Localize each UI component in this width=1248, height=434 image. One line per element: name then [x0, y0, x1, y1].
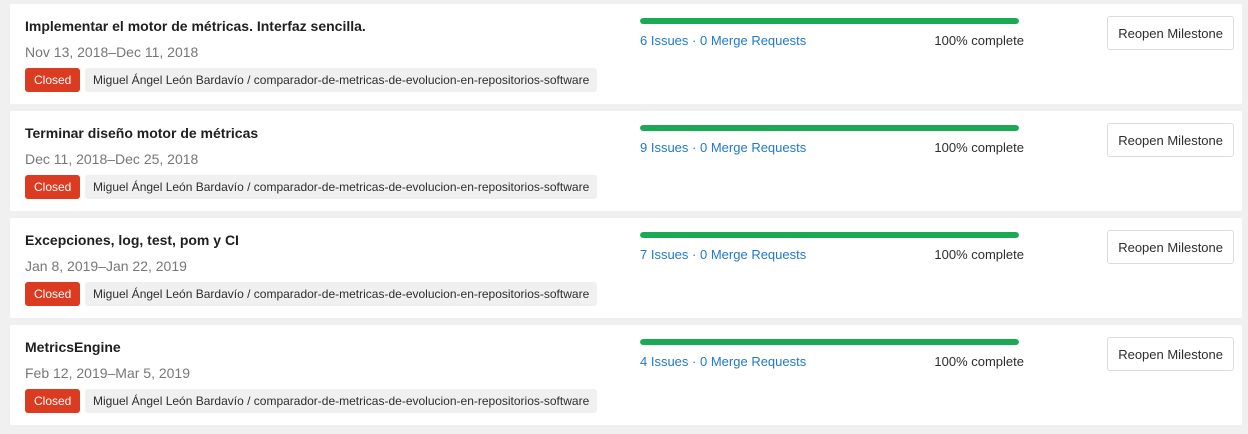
milestone-dates: Jan 8, 2019–Jan 22, 2019 [25, 258, 187, 274]
project-path-label: Miguel Ángel León Bardavío / comparador-… [85, 389, 598, 413]
merge-requests-link[interactable]: 0 Merge Requests [700, 247, 806, 262]
status-badge-closed: Closed [25, 68, 81, 92]
progress-bar-fill [640, 18, 1019, 24]
status-badge-closed: Closed [25, 175, 81, 199]
merge-requests-link[interactable]: 0 Merge Requests [700, 354, 806, 369]
percent-complete: 100% complete [934, 247, 1024, 262]
progress-bar [640, 125, 1019, 131]
milestone-row: Excepciones, log, test, pom y CI Jan 8, … [10, 218, 1242, 318]
counts-separator: · [692, 140, 697, 155]
counts-separator: · [692, 247, 697, 262]
percent-complete: 100% complete [934, 33, 1024, 48]
milestone-title[interactable]: Terminar diseño motor de métricas [25, 125, 258, 141]
milestone-counts: 9 Issues · 0 Merge Requests [640, 140, 806, 155]
milestone-title[interactable]: Implementar el motor de métricas. Interf… [25, 18, 366, 34]
counts-separator: · [692, 354, 697, 369]
milestone-dates: Feb 12, 2019–Mar 5, 2019 [25, 365, 191, 381]
reopen-milestone-button[interactable]: Reopen Milestone [1107, 230, 1234, 264]
project-path-label: Miguel Ángel León Bardavío / comparador-… [85, 175, 598, 199]
progress-bar [640, 232, 1019, 238]
percent-complete: 100% complete [934, 354, 1024, 369]
milestone-title[interactable]: Excepciones, log, test, pom y CI [25, 232, 239, 248]
merge-requests-link[interactable]: 0 Merge Requests [700, 33, 806, 48]
milestone-counts: 4 Issues · 0 Merge Requests [640, 354, 806, 369]
project-path-label: Miguel Ángel León Bardavío / comparador-… [85, 282, 598, 306]
reopen-milestone-button[interactable]: Reopen Milestone [1107, 16, 1234, 50]
status-badge-closed: Closed [25, 282, 81, 306]
progress-bar [640, 339, 1019, 345]
milestone-row: Implementar el motor de métricas. Interf… [10, 4, 1242, 104]
reopen-milestone-button[interactable]: Reopen Milestone [1107, 337, 1234, 371]
milestone-dates: Nov 13, 2018–Dec 11, 2018 [25, 44, 199, 60]
milestone-counts: 6 Issues · 0 Merge Requests [640, 33, 806, 48]
milestone-list: Implementar el motor de métricas. Interf… [0, 0, 1248, 434]
reopen-milestone-button[interactable]: Reopen Milestone [1107, 123, 1234, 157]
project-path-label: Miguel Ángel León Bardavío / comparador-… [85, 68, 598, 92]
status-badge-closed: Closed [25, 389, 81, 413]
percent-complete: 100% complete [934, 140, 1024, 155]
issues-link[interactable]: 6 Issues [640, 33, 688, 48]
issues-link[interactable]: 7 Issues [640, 247, 688, 262]
counts-separator: · [692, 33, 697, 48]
progress-bar-fill [640, 232, 1019, 238]
progress-bar-fill [640, 339, 1019, 345]
progress-bar-fill [640, 125, 1019, 131]
progress-bar [640, 18, 1019, 24]
issues-link[interactable]: 4 Issues [640, 354, 688, 369]
milestone-dates: Dec 11, 2018–Dec 25, 2018 [25, 151, 199, 167]
merge-requests-link[interactable]: 0 Merge Requests [700, 140, 806, 155]
milestone-counts: 7 Issues · 0 Merge Requests [640, 247, 806, 262]
issues-link[interactable]: 9 Issues [640, 140, 688, 155]
milestone-row: Terminar diseño motor de métricas Dec 11… [10, 111, 1242, 211]
milestone-title[interactable]: MetricsEngine [25, 339, 121, 355]
milestone-row: MetricsEngine Feb 12, 2019–Mar 5, 2019 C… [10, 325, 1242, 425]
